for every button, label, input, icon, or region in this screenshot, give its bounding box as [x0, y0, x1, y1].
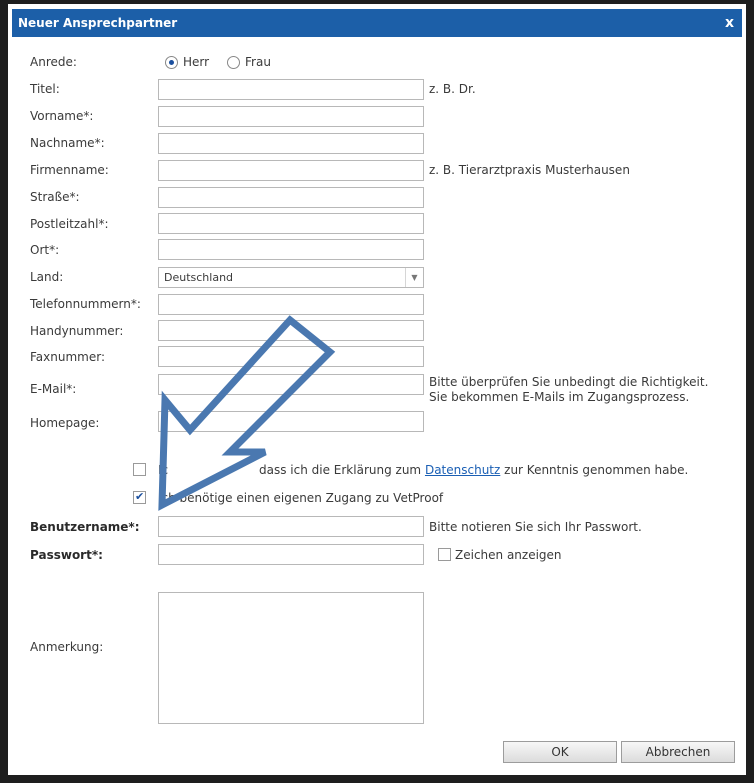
annotation-arrow-icon — [158, 315, 336, 511]
arrow-shape — [158, 315, 336, 511]
